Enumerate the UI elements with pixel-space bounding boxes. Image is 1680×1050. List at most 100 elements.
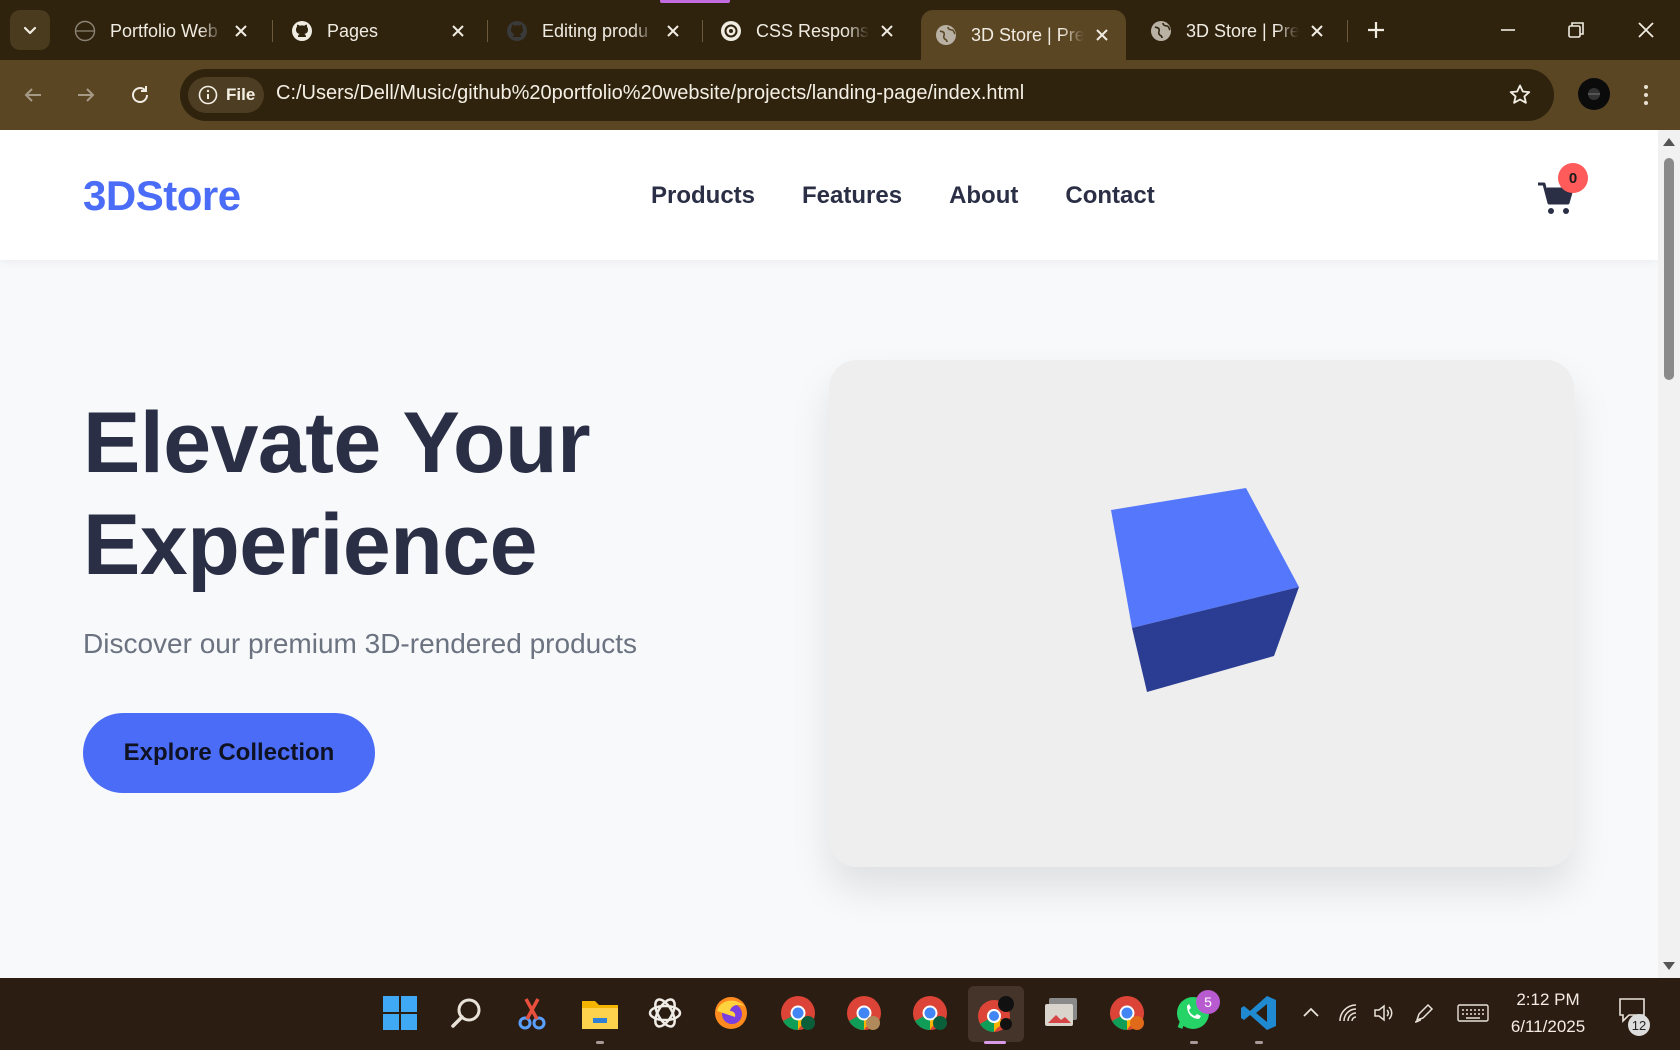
active-app-indicator xyxy=(984,1041,1006,1044)
nav-contact[interactable]: Contact xyxy=(1065,182,1154,210)
tab-pages[interactable]: Pages xyxy=(277,10,482,52)
chrome-icon[interactable] xyxy=(968,986,1024,1042)
tab-separator xyxy=(1347,20,1348,42)
photos-icon[interactable] xyxy=(1040,992,1082,1034)
page-viewport: 3DStore Products Features About Contact … xyxy=(0,130,1658,978)
tab-title: CSS Responsi xyxy=(756,20,869,41)
chatgpt-icon[interactable] xyxy=(644,992,686,1034)
minimize-icon xyxy=(1501,29,1515,31)
tab-search-button[interactable] xyxy=(10,10,50,50)
tab-3d-store-active[interactable]: 3D Store | Pre xyxy=(921,10,1126,60)
show-hidden-icons-chevron-up-icon[interactable] xyxy=(1298,1000,1324,1026)
tab-3d-store[interactable]: 3D Store | Pre xyxy=(1136,10,1341,52)
restore-icon xyxy=(1568,22,1584,38)
volume-icon[interactable] xyxy=(1370,1000,1396,1026)
github-icon xyxy=(291,20,313,42)
openai-icon xyxy=(720,20,742,42)
tab-title: Pages xyxy=(327,20,379,41)
browser-toolbar: File C:/Users/Dell/Music/github%20portfo… xyxy=(0,60,1680,130)
wifi-icon[interactable] xyxy=(1335,1000,1361,1026)
profile-avatar[interactable] xyxy=(1578,78,1610,110)
site-header: 3DStore Products Features About Contact … xyxy=(0,130,1658,260)
product-3d-showcase[interactable] xyxy=(829,360,1574,867)
close-icon[interactable] xyxy=(877,21,897,41)
new-tab-button[interactable] xyxy=(1360,14,1392,46)
close-icon[interactable] xyxy=(663,21,683,41)
browser-menu-button[interactable] xyxy=(1636,78,1656,112)
tab-separator xyxy=(272,20,273,42)
globe-outline-icon xyxy=(74,20,96,42)
close-window-button[interactable] xyxy=(1630,14,1662,46)
forward-button[interactable] xyxy=(68,77,104,113)
chrome-icon[interactable] xyxy=(1106,992,1148,1034)
info-icon xyxy=(198,85,218,105)
snipping-tool-icon[interactable] xyxy=(511,992,553,1034)
tab-group-indicator xyxy=(660,0,730,3)
tab-title: 3D Store | Pre xyxy=(971,24,1084,45)
clock-time: 2:12 PM xyxy=(1516,990,1580,1009)
site-info-chip[interactable]: File xyxy=(188,77,264,113)
clock-date: 6/11/2025 xyxy=(1510,1017,1586,1036)
bookmark-star-icon[interactable] xyxy=(1508,83,1532,107)
restore-button[interactable] xyxy=(1560,14,1592,46)
back-button[interactable] xyxy=(15,77,51,113)
tab-separator xyxy=(487,20,488,42)
vscode-icon[interactable] xyxy=(1238,992,1280,1034)
nav-about[interactable]: About xyxy=(949,182,1018,210)
keyboard-icon[interactable] xyxy=(1456,1000,1490,1026)
chip-label: File xyxy=(226,85,256,104)
reload-icon xyxy=(132,86,148,103)
close-icon[interactable] xyxy=(448,21,468,41)
file-explorer-icon[interactable] xyxy=(579,992,621,1034)
reload-button[interactable] xyxy=(122,77,158,113)
plus-icon xyxy=(1368,22,1384,38)
scroll-up-arrow-icon[interactable] xyxy=(1663,138,1675,146)
notification-count-badge: 12 xyxy=(1628,1014,1650,1036)
main-nav: Products Features About Contact xyxy=(651,182,1202,210)
tab-title: 3D Store | Pre xyxy=(1186,20,1299,41)
tab-portfolio[interactable]: Portfolio Web xyxy=(60,10,265,52)
3d-cube xyxy=(1111,488,1299,692)
globe-icon xyxy=(935,24,957,46)
tab-editing-product[interactable]: Editing produ xyxy=(492,10,697,52)
nav-features[interactable]: Features xyxy=(802,182,902,210)
start-icon[interactable] xyxy=(379,992,421,1034)
running-indicator xyxy=(1255,1041,1263,1044)
hero-title-line2: Experience xyxy=(83,497,537,593)
avatar-icon xyxy=(1588,88,1600,100)
tab-css-responsive[interactable]: CSS Responsi xyxy=(706,10,911,52)
browser-tab-bar: Portfolio Web Pages Editing produ CSS Re… xyxy=(0,0,1680,60)
running-indicator xyxy=(1190,1041,1198,1044)
close-icon[interactable] xyxy=(1092,25,1112,45)
site-logo[interactable]: 3DStore xyxy=(83,172,241,220)
page-scrollbar[interactable] xyxy=(1658,130,1680,978)
firefox-icon[interactable] xyxy=(710,992,752,1034)
hero-title: Elevate Your Experience xyxy=(83,392,591,596)
tab-title: Portfolio Web xyxy=(110,20,218,41)
chrome-icon[interactable] xyxy=(777,992,819,1034)
github-icon xyxy=(506,20,528,42)
nav-products[interactable]: Products xyxy=(651,182,755,210)
close-icon xyxy=(1638,22,1654,38)
hero-title-line1: Elevate Your xyxy=(83,395,591,491)
scroll-thumb[interactable] xyxy=(1664,158,1674,380)
close-icon[interactable] xyxy=(1307,21,1327,41)
system-clock[interactable]: 2:12 PM 6/11/2025 xyxy=(1500,986,1596,1040)
chrome-icon[interactable] xyxy=(909,992,951,1034)
chevron-down-icon xyxy=(23,26,37,35)
scroll-down-arrow-icon[interactable] xyxy=(1663,962,1675,970)
search-icon[interactable] xyxy=(446,992,488,1034)
pen-icon[interactable] xyxy=(1411,1000,1437,1026)
url-text[interactable]: C:/Users/Dell/Music/github%20portfolio%2… xyxy=(276,82,1024,105)
minimize-button[interactable] xyxy=(1492,14,1524,46)
cart-count-badge: 0 xyxy=(1558,163,1588,193)
tab-title: Editing produ xyxy=(542,20,649,41)
close-icon[interactable] xyxy=(231,21,251,41)
chrome-icon[interactable] xyxy=(843,992,885,1034)
explore-collection-button[interactable]: Explore Collection xyxy=(83,713,375,793)
arrow-right-icon xyxy=(78,88,95,102)
address-bar[interactable]: File C:/Users/Dell/Music/github%20portfo… xyxy=(180,69,1554,121)
arrow-left-icon xyxy=(24,88,41,102)
tab-separator xyxy=(702,20,703,42)
whatsapp-unread-badge: 5 xyxy=(1196,990,1220,1014)
